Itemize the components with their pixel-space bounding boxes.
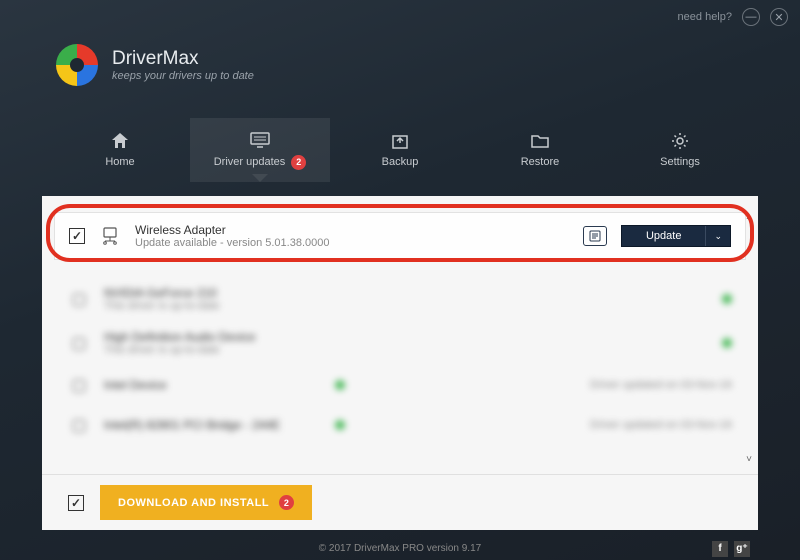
driver-row: ▢ High Definition Audio Device This driv… [54,322,746,364]
nav-label: Restore [521,156,560,168]
download-install-label: DOWNLOAD AND INSTALL [118,497,269,509]
chip-icon: ▢ [68,414,90,436]
nav-label: Home [105,156,134,168]
nav-label: Backup [382,156,419,168]
driver-row: ▢ Intel(R) 82801 PCI Bridge - 244E Drive… [54,406,746,444]
nav-settings[interactable]: Settings [610,118,750,182]
network-adapter-icon [99,225,121,247]
row-checkbox[interactable] [69,228,85,244]
backup-icon [390,132,410,150]
scroll-up-button[interactable]: ˄ [742,210,756,224]
nav-home[interactable]: Home [50,118,190,182]
chip-icon: ▢ [68,374,90,396]
home-icon [110,132,130,150]
updates-badge: 2 [291,155,306,170]
app-tagline: keeps your drivers up to date [112,70,254,82]
google-plus-icon[interactable]: g⁺ [734,541,750,557]
driver-row: ▢ NVIDIA GeForce 210 This driver is up-t… [54,278,746,320]
monitor-icon [250,131,270,149]
content-panel: Wireless Adapter Update available - vers… [42,196,758,530]
status-ok-icon [335,380,345,390]
nav-label: Driver updates [214,156,286,168]
driver-right: Driver updated on 03-Nov-16 [590,379,732,391]
driver-name: NVIDIA GeForce 210 [104,286,708,300]
driver-row-highlighted: Wireless Adapter Update available - vers… [54,212,746,260]
driver-row: ▢ Intel Device Driver updated on 03-Nov-… [54,366,746,404]
minimize-button[interactable]: — [742,8,760,26]
facebook-icon[interactable]: f [712,541,728,557]
download-install-button[interactable]: DOWNLOAD AND INSTALL 2 [100,485,312,520]
driver-status: This driver is up-to-date [104,300,708,312]
status-ok-icon [722,294,732,304]
nav-backup[interactable]: Backup [330,118,470,182]
audio-icon: ▢ [68,332,90,354]
app-title: DriverMax [112,48,254,70]
status-ok-icon [335,420,345,430]
logo-icon [56,44,98,86]
select-all-checkbox[interactable] [68,495,84,511]
update-button[interactable]: Update ⌄ [621,225,731,247]
status-ok-icon [722,338,732,348]
app-footer: © 2017 DriverMax PRO version 9.17 f g⁺ [0,543,800,554]
driver-list: Wireless Adapter Update available - vers… [42,196,758,474]
info-button[interactable] [583,226,607,246]
gear-icon [670,132,690,150]
chevron-down-icon[interactable]: ⌄ [706,231,730,242]
copyright-text: © 2017 DriverMax PRO version 9.17 [319,543,481,554]
driver-right: Driver updated on 03-Nov-16 [590,419,732,431]
driver-name: High Definition Audio Device [104,330,708,344]
close-button[interactable]: ✕ [770,8,788,26]
nav-restore[interactable]: Restore [470,118,610,182]
main-nav: Home Driver updates 2 Backup Restore Set… [50,118,750,182]
driver-status: Update available - version 5.01.38.0000 [135,237,569,249]
driver-name: Wireless Adapter [135,223,569,237]
update-button-label: Update [622,226,706,246]
brand-block: DriverMax keeps your drivers up to date [56,44,254,86]
driver-name: Intel(R) 82801 PCI Bridge - 244E [104,418,321,432]
display-icon: ▢ [68,288,90,310]
driver-status: This driver is up-to-date [104,344,708,356]
scroll-down-button[interactable]: ˅ [742,452,756,466]
help-link[interactable]: need help? [678,11,732,23]
nav-label: Settings [660,156,700,168]
nav-driver-updates[interactable]: Driver updates 2 [190,118,330,182]
download-badge: 2 [279,495,294,510]
folder-icon [530,132,550,150]
panel-footer: DOWNLOAD AND INSTALL 2 [42,474,758,530]
driver-name: Intel Device [104,378,321,392]
